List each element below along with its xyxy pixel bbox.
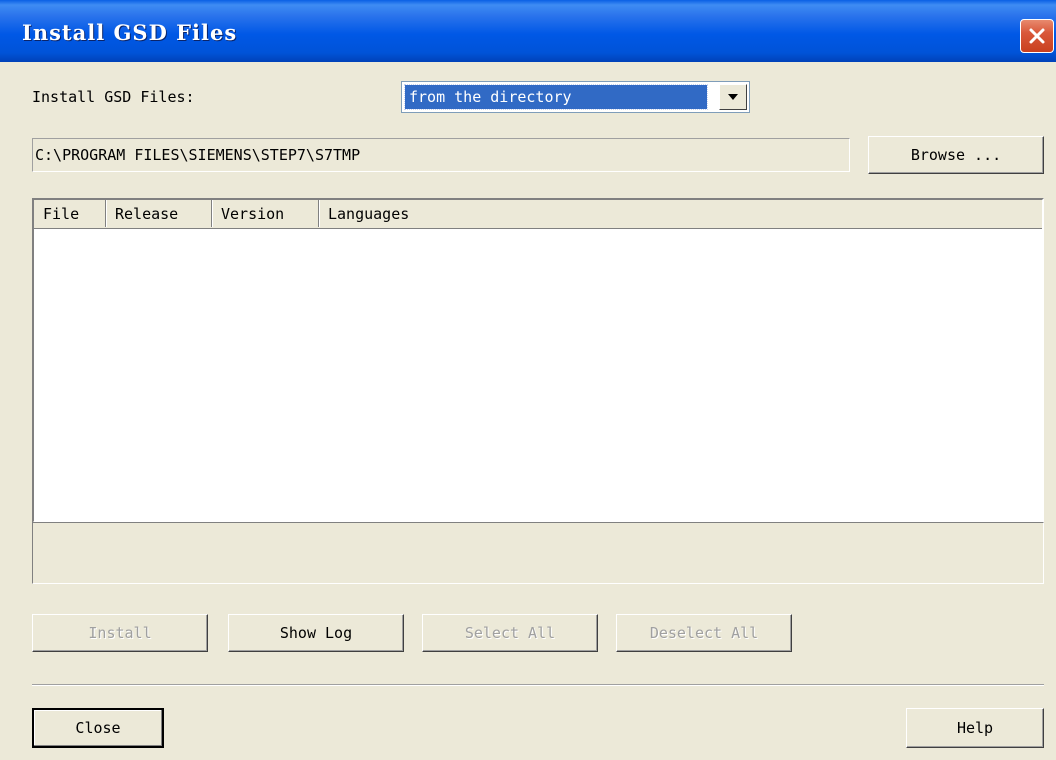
window-title: Install GSD Files (22, 20, 238, 45)
chevron-down-icon (728, 94, 738, 100)
source-label: Install GSD Files: (32, 88, 195, 106)
show-log-button[interactable]: Show Log (228, 614, 404, 652)
close-x-icon (1029, 28, 1045, 44)
source-dropdown-value: from the directory (404, 84, 708, 110)
column-header-version[interactable]: Version (212, 200, 319, 227)
column-header-release[interactable]: Release (106, 200, 212, 227)
footer-separator (32, 684, 1044, 686)
gsd-file-list[interactable]: File Release Version Languages (32, 198, 1044, 523)
select-all-button[interactable]: Select All (422, 614, 598, 652)
status-area (32, 522, 1044, 584)
browse-button[interactable]: Browse ... (868, 136, 1044, 174)
close-button[interactable]: Close (32, 708, 164, 748)
install-button[interactable]: Install (32, 614, 208, 652)
source-label-text: Install GSD Files: (32, 88, 195, 106)
directory-path-text: C:\PROGRAM FILES\SIEMENS\STEP7\S7TMP (35, 146, 361, 164)
list-header: File Release Version Languages (34, 200, 1042, 229)
close-window-button[interactable] (1020, 19, 1054, 53)
column-header-languages[interactable]: Languages (319, 200, 1042, 227)
deselect-all-button[interactable]: Deselect All (616, 614, 792, 652)
column-header-file[interactable]: File (34, 200, 106, 227)
title-bar[interactable]: Install GSD Files (0, 0, 1056, 62)
directory-path-field: C:\PROGRAM FILES\SIEMENS\STEP7\S7TMP (32, 138, 850, 172)
install-gsd-dialog: Install GSD Files Install GSD Files: fro… (0, 0, 1056, 760)
source-dropdown[interactable]: from the directory (401, 81, 750, 113)
help-button[interactable]: Help (906, 708, 1044, 748)
source-dropdown-button[interactable] (719, 84, 747, 110)
